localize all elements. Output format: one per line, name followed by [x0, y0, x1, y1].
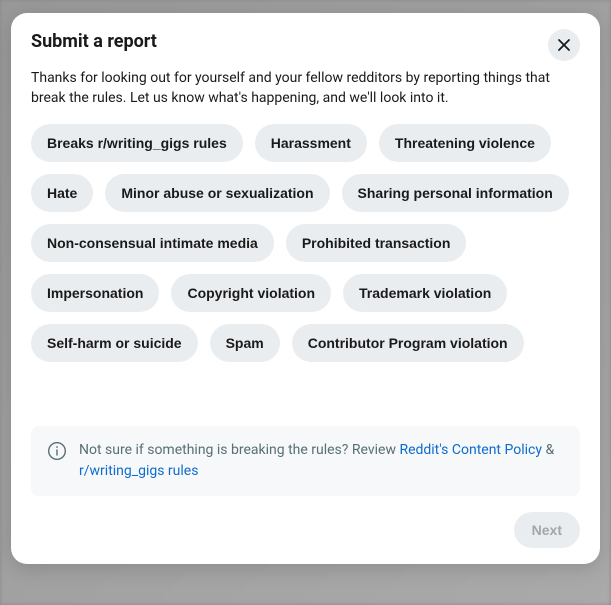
modal-title: Submit a report: [31, 31, 157, 52]
reasons-scroll[interactable]: Breaks r/writing_gigs rules Harassment T…: [11, 124, 600, 412]
close-button[interactable]: [548, 29, 580, 61]
info-box: Not sure if something is breaking the ru…: [31, 426, 580, 496]
info-sep: &: [542, 442, 554, 458]
close-icon: [556, 37, 572, 53]
modal-header: Submit a report: [11, 13, 600, 69]
reason-contributor-program[interactable]: Contributor Program violation: [292, 324, 524, 362]
info-icon: [47, 441, 67, 461]
info-prefix: Not sure if something is breaking the ru…: [79, 442, 399, 458]
info-text: Not sure if something is breaking the ru…: [79, 440, 564, 482]
reason-spam[interactable]: Spam: [210, 324, 280, 362]
reason-minor-abuse[interactable]: Minor abuse or sexualization: [105, 174, 329, 212]
report-modal: Submit a report Thanks for looking out f…: [11, 13, 600, 564]
content-policy-link[interactable]: Reddit's Content Policy: [399, 442, 542, 458]
modal-footer: Next: [11, 496, 600, 564]
reason-sharing-personal-info[interactable]: Sharing personal information: [342, 174, 569, 212]
reason-breaks-rules[interactable]: Breaks r/writing_gigs rules: [31, 124, 243, 162]
next-button[interactable]: Next: [514, 512, 580, 548]
reason-self-harm[interactable]: Self-harm or suicide: [31, 324, 198, 362]
reason-harassment[interactable]: Harassment: [255, 124, 367, 162]
reason-trademark-violation[interactable]: Trademark violation: [343, 274, 507, 312]
subreddit-rules-link[interactable]: r/writing_gigs rules: [79, 463, 198, 479]
reason-chips: Breaks r/writing_gigs rules Harassment T…: [31, 124, 580, 368]
reason-impersonation[interactable]: Impersonation: [31, 274, 159, 312]
reason-copyright-violation[interactable]: Copyright violation: [171, 274, 331, 312]
reason-hate[interactable]: Hate: [31, 174, 93, 212]
reason-non-consensual-intimate[interactable]: Non-consensual intimate media: [31, 224, 274, 262]
reason-threatening-violence[interactable]: Threatening violence: [379, 124, 551, 162]
modal-description: Thanks for looking out for yourself and …: [11, 69, 600, 124]
reason-prohibited-transaction[interactable]: Prohibited transaction: [286, 224, 467, 262]
